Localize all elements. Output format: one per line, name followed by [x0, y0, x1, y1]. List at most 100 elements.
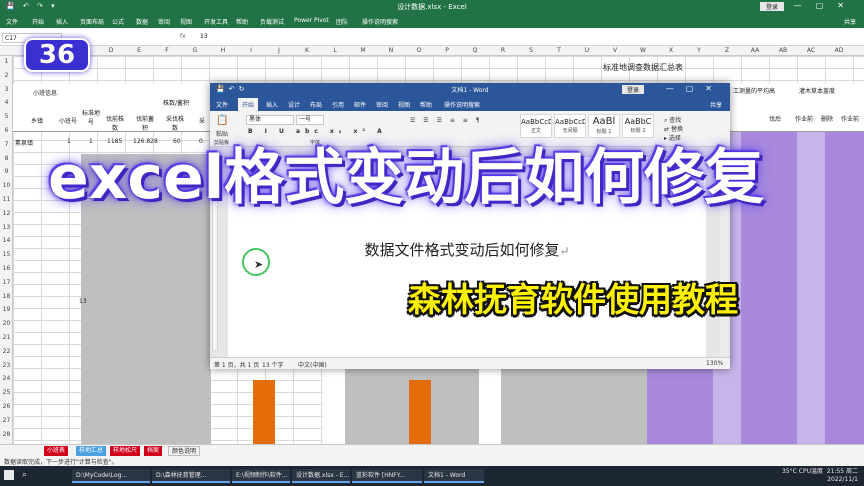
- excel-tab-file[interactable]: 文件: [6, 17, 18, 26]
- word-tab-home[interactable]: 开始: [238, 98, 259, 111]
- row-header[interactable]: 26: [0, 403, 13, 410]
- row-header[interactable]: 23: [0, 362, 13, 369]
- sheet-tab-plot-ruler[interactable]: 样地松尺: [110, 446, 141, 456]
- search-icon[interactable]: ⌕: [22, 470, 27, 480]
- formula-input[interactable]: 13: [200, 33, 208, 40]
- system-tray[interactable]: 35°C CPU温度 21:55 周二 2022/11/1: [782, 468, 858, 484]
- column-header[interactable]: Q: [461, 47, 489, 54]
- sheet-tab-small-class[interactable]: 小班表: [44, 446, 69, 456]
- column-header[interactable]: M: [349, 47, 377, 54]
- excel-share-button[interactable]: 共享: [844, 17, 856, 26]
- replace-button[interactable]: ⇄ 替换: [664, 124, 683, 133]
- row-header[interactable]: 16: [0, 265, 13, 272]
- column-header[interactable]: H: [209, 47, 237, 54]
- excel-tab-power-pivot[interactable]: Power Pivot: [294, 17, 329, 24]
- word-window[interactable]: 💾↶↻ 文档1 - Word 登录 —▢✕ 文件 开始 插入 设计 布局 引用 …: [210, 83, 730, 369]
- status-language[interactable]: 中文(中国): [298, 360, 327, 369]
- row-header[interactable]: 15: [0, 251, 13, 258]
- row-header[interactable]: 8: [0, 155, 13, 162]
- excel-tell-me-search[interactable]: 操作说明搜索: [362, 17, 398, 26]
- row-header[interactable]: 27: [0, 417, 13, 424]
- word-tab-insert[interactable]: 插入: [266, 100, 278, 109]
- column-header[interactable]: AC: [797, 47, 825, 54]
- column-header[interactable]: E: [125, 47, 153, 54]
- excel-tab-view[interactable]: 视图: [180, 17, 192, 26]
- sheet-tab-color-legend[interactable]: 颜色说明: [168, 446, 201, 456]
- row-header[interactable]: 7: [0, 141, 13, 148]
- row-header[interactable]: 10: [0, 182, 13, 189]
- row-header[interactable]: 2: [0, 72, 13, 79]
- column-header[interactable]: AA: [741, 47, 769, 54]
- row-header[interactable]: 20: [0, 320, 13, 327]
- row-header[interactable]: 12: [0, 210, 13, 217]
- row-header[interactable]: 9: [0, 168, 13, 175]
- taskbar-item-video-folder[interactable]: E:\视频制作\软件...: [232, 469, 290, 483]
- column-header[interactable]: T: [545, 47, 573, 54]
- paste-icon[interactable]: 📋: [216, 115, 228, 126]
- taskbar-item-excel[interactable]: 设计数据.xlsx - E...: [292, 469, 350, 483]
- paragraph-buttons[interactable]: ☰ ☰ ☰ ≡ ≡ ¶: [410, 117, 483, 124]
- row-header[interactable]: 24: [0, 375, 13, 382]
- row-header[interactable]: 6: [0, 127, 13, 134]
- row-header[interactable]: 14: [0, 237, 13, 244]
- word-tab-design[interactable]: 设计: [288, 100, 300, 109]
- font-size-select[interactable]: 一号: [296, 115, 324, 125]
- style-no-spacing[interactable]: AaBbCcDi 无间隔: [554, 114, 586, 138]
- word-window-controls[interactable]: —▢✕: [666, 84, 724, 93]
- excel-login-button[interactable]: 登录: [759, 2, 784, 11]
- column-header[interactable]: I: [237, 47, 265, 54]
- word-tab-references[interactable]: 引用: [332, 100, 344, 109]
- taskbar-item-word[interactable]: 文档1 - Word: [424, 469, 484, 483]
- row-header[interactable]: 17: [0, 279, 13, 286]
- column-header[interactable]: V: [601, 47, 629, 54]
- word-tab-file[interactable]: 文件: [216, 100, 228, 109]
- excel-tab-insert[interactable]: 插入: [56, 17, 68, 26]
- column-header[interactable]: K: [293, 47, 321, 54]
- taskbar-item-forest-manager[interactable]: D:\森林抚育管理...: [152, 469, 230, 483]
- paste-button-label[interactable]: 粘贴: [216, 129, 228, 138]
- row-header[interactable]: 28: [0, 431, 13, 438]
- excel-tab-formulas[interactable]: 公式: [112, 17, 124, 26]
- font-name-select[interactable]: 黑体: [246, 115, 294, 125]
- column-header[interactable]: O: [405, 47, 433, 54]
- font-format-buttons[interactable]: B I U abc x₂ x² A: [248, 128, 387, 135]
- excel-tab-developer[interactable]: 开发工具: [204, 17, 228, 26]
- word-tab-help[interactable]: 帮助: [420, 100, 432, 109]
- excel-tab-help[interactable]: 帮助: [236, 17, 248, 26]
- column-header[interactable]: X: [657, 47, 685, 54]
- select-button[interactable]: ▸ 选择: [664, 133, 681, 142]
- row-header[interactable]: 13: [0, 224, 13, 231]
- word-share-button[interactable]: 共享: [710, 100, 722, 109]
- row-header[interactable]: 22: [0, 348, 13, 355]
- column-header[interactable]: L: [321, 47, 349, 54]
- column-header[interactable]: Z: [713, 47, 741, 54]
- taskbar-item-lancai[interactable]: 蓝彩软件 [HNFY...: [352, 469, 422, 483]
- style-heading-2[interactable]: AaBbC 标题 2: [622, 114, 654, 138]
- row-header[interactable]: 3: [0, 86, 13, 93]
- row-header[interactable]: 25: [0, 389, 13, 396]
- column-header[interactable]: AD: [825, 47, 853, 54]
- row-header[interactable]: 1: [0, 58, 13, 65]
- column-header[interactable]: G: [181, 47, 209, 54]
- style-normal[interactable]: AaBbCcDi 正文: [520, 114, 552, 138]
- column-header[interactable]: J: [265, 47, 293, 54]
- taskbar-item-logs[interactable]: D:\MyCode\Log...: [72, 469, 150, 483]
- column-header[interactable]: N: [377, 47, 405, 54]
- sheet-tab-archive[interactable]: 档案: [144, 446, 163, 456]
- word-login-button[interactable]: 登录: [622, 85, 645, 94]
- row-header[interactable]: 21: [0, 334, 13, 341]
- excel-tab-load-test[interactable]: 负载测试: [260, 17, 284, 26]
- word-tell-me-search[interactable]: 操作说明搜索: [444, 100, 480, 109]
- document-text[interactable]: 数据文件格式变动后如何修复↵: [228, 239, 706, 260]
- cell-c17[interactable]: 13: [79, 298, 87, 305]
- excel-tab-home[interactable]: 开始: [32, 17, 44, 26]
- excel-tab-data[interactable]: 数据: [136, 17, 148, 26]
- zoom-level[interactable]: 130%: [706, 360, 723, 367]
- row-header[interactable]: 19: [0, 306, 13, 313]
- fx-icon[interactable]: fx: [180, 33, 186, 40]
- column-header[interactable]: D: [97, 47, 125, 54]
- column-header[interactable]: S: [517, 47, 545, 54]
- status-word-count[interactable]: 13 个字: [262, 360, 284, 369]
- column-header[interactable]: W: [629, 47, 657, 54]
- column-header[interactable]: Y: [685, 47, 713, 54]
